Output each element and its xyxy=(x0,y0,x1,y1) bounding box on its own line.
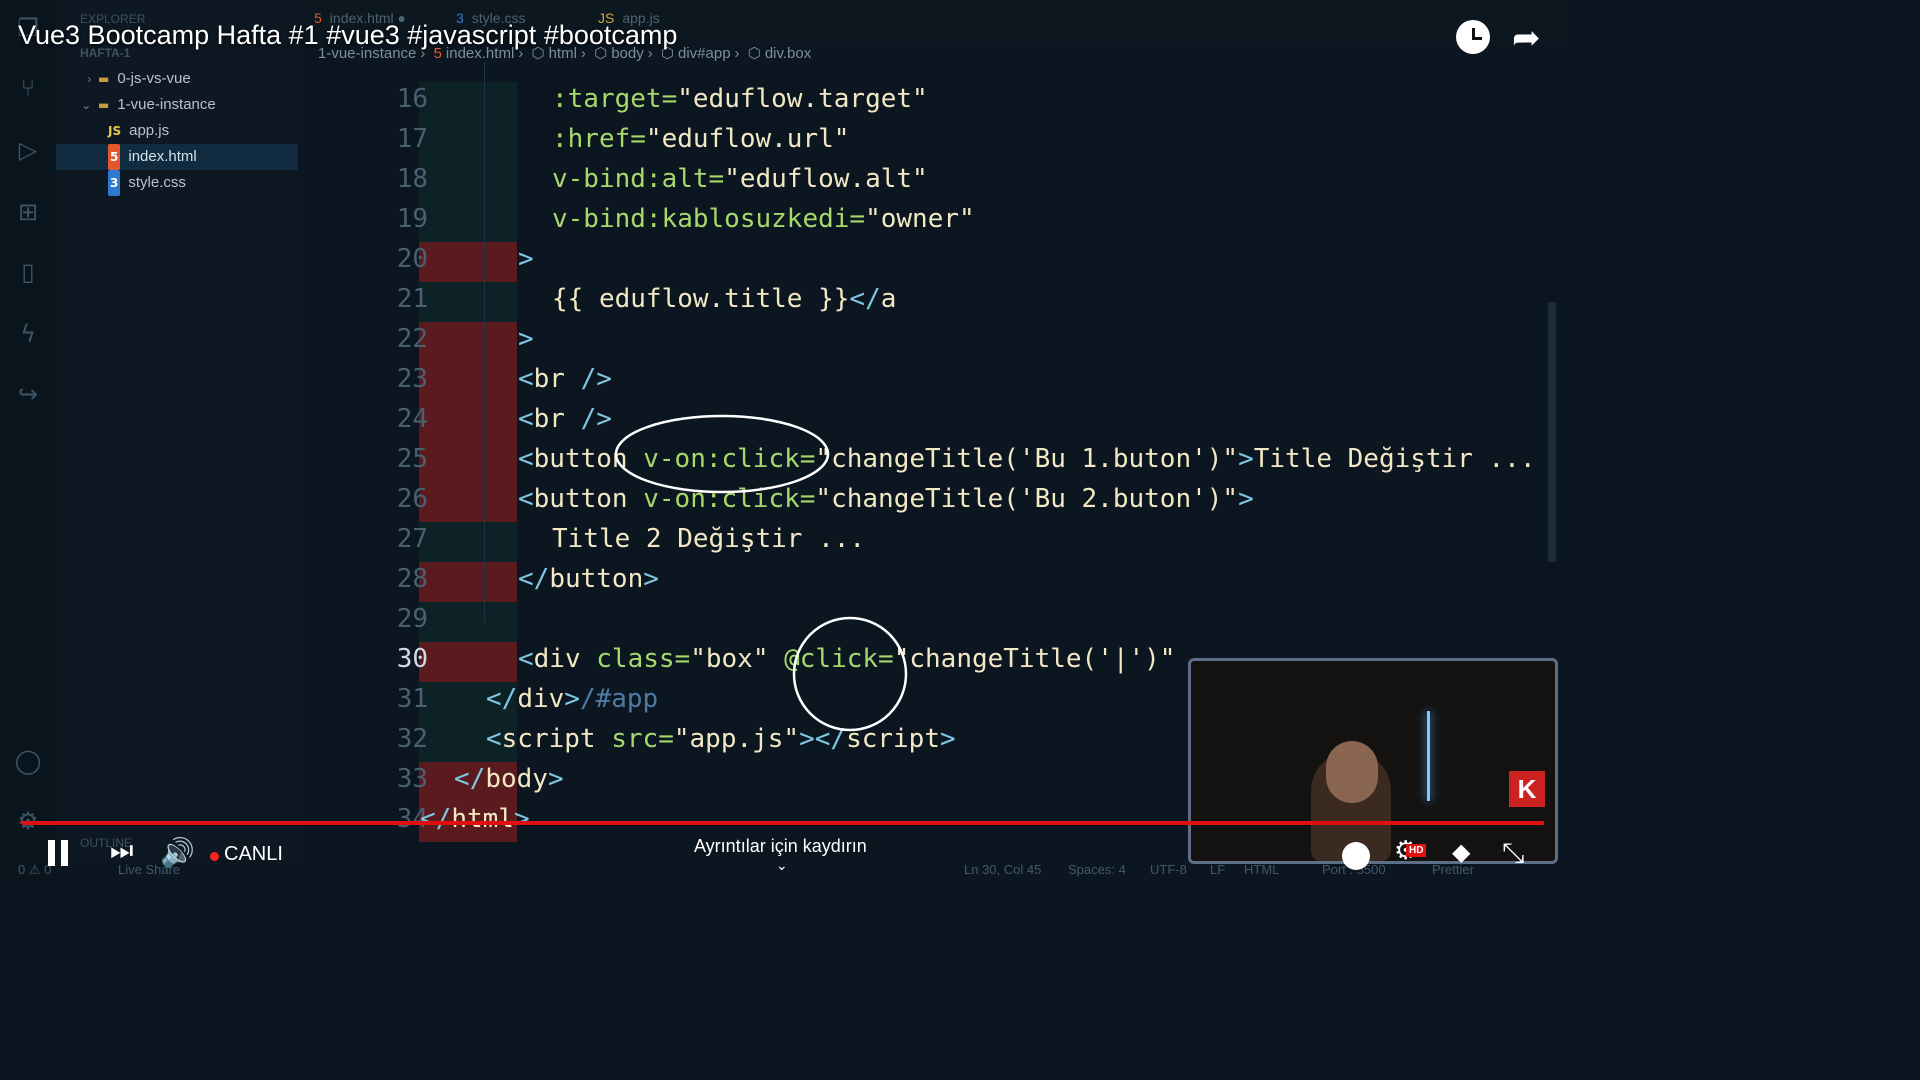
tree-item-0-js-vs-vue[interactable]: › ▬ 0-js-vs-vue xyxy=(56,66,298,92)
autoplay-toggle[interactable] xyxy=(1342,842,1370,870)
activity-bar: ❐ ⑂ ▷ ⊞ ▯ ϟ ↪ ◯ ⚙ xyxy=(0,0,56,882)
tree-item-label: 1-vue-instance xyxy=(117,96,216,113)
live-dot xyxy=(210,852,219,861)
tree-item-index-html[interactable]: 5 index.html xyxy=(56,144,298,170)
chevron-down-icon[interactable]: ⌄ xyxy=(776,858,788,874)
tree-item-app-js[interactable]: JS app.js xyxy=(56,118,298,144)
clock-icon[interactable] xyxy=(1456,20,1490,54)
tree-item-label: style.css xyxy=(128,174,186,191)
css-file-icon: 3 xyxy=(108,170,121,196)
breadcrumb-item[interactable]: div#app xyxy=(678,45,731,62)
presenter-face xyxy=(1326,741,1378,803)
chevron-down-icon: ⌄ xyxy=(81,98,98,112)
live-label[interactable]: CANLI xyxy=(224,843,283,866)
tree-item-label: app.js xyxy=(129,122,170,139)
run-debug-icon[interactable]: ▷ xyxy=(12,134,44,166)
tree-item-1-vue-instance[interactable]: ⌄ ▬ 1-vue-instance xyxy=(56,92,298,118)
volume-icon[interactable]: 🔊 xyxy=(160,836,195,869)
scrollbar[interactable] xyxy=(1548,302,1556,562)
annotation-circle xyxy=(614,414,830,494)
element-icon: ⬡ xyxy=(747,45,761,62)
lightning-icon[interactable]: ϟ xyxy=(12,318,44,350)
folder-icon: ▬ xyxy=(98,72,110,86)
hd-badge: HD xyxy=(1406,844,1427,857)
tree-item-style-css[interactable]: 3 style.css xyxy=(56,170,298,196)
folder-open-icon: ▬ xyxy=(98,98,110,112)
explorer-sidebar: EXPLORER HAFTA-1 › ▬ 0-js-vs-vue ⌄ ▬ 1-vue… xyxy=(56,0,298,860)
html-file-icon: 5 xyxy=(108,144,121,170)
share-arrow-icon[interactable]: ➦ xyxy=(1512,18,1541,58)
light-strip xyxy=(1427,711,1430,801)
fullscreen-exit-icon[interactable]: ⤡ xyxy=(1502,836,1524,870)
breadcrumb-item[interactable]: div.box xyxy=(765,45,811,62)
scroll-hint[interactable]: Ayrıntılar için kaydırın xyxy=(694,836,867,857)
player-controls: ⏭ 🔊 CANLI Ayrıntılar için kaydırın ⌄ ⚙ H… xyxy=(0,826,1568,882)
video-title[interactable]: Vue3 Bootcamp Hafta #1 #vue3 #javascript… xyxy=(18,20,677,51)
account-icon[interactable]: ◯ xyxy=(12,745,44,777)
tree-item-label: 0-js-vs-vue xyxy=(117,70,191,87)
tree-item-label: index.html xyxy=(128,148,197,165)
bookmark-icon[interactable]: ▯ xyxy=(12,256,44,288)
next-icon[interactable]: ⏭ xyxy=(110,836,133,867)
annotation-circle xyxy=(792,616,908,732)
progress-bar[interactable] xyxy=(22,821,1544,825)
share-icon[interactable]: ↪ xyxy=(12,378,44,410)
channel-logo: K xyxy=(1509,771,1545,807)
extensions-icon[interactable]: ⊞ xyxy=(12,196,44,228)
miniplayer-icon[interactable]: ◆ xyxy=(1452,838,1470,866)
javascript-file-icon: JS xyxy=(108,124,122,138)
source-control-icon[interactable]: ⑂ xyxy=(12,72,44,104)
chevron-right-icon: › xyxy=(87,72,98,86)
chevron-right-icon: › xyxy=(734,45,740,62)
